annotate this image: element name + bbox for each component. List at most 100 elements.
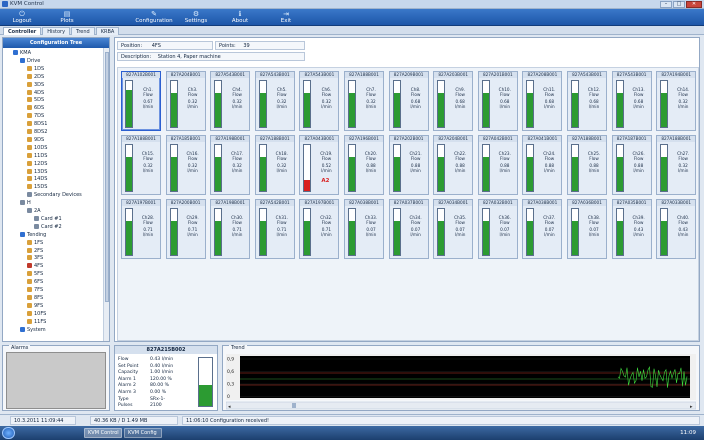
channel-card[interactable]: 827A543B001 Ch4. Flow 0.32 l/min — [210, 71, 251, 131]
tree-node[interactable]: 6DS — [27, 105, 44, 112]
channel-card[interactable]: 827A201B001 Ch10. Flow 0.68 l/min — [477, 71, 518, 131]
tree-node[interactable]: 15DS — [27, 184, 47, 191]
minimize-button[interactable]: – — [660, 1, 672, 8]
channel-card[interactable]: 827A208B001 Ch11. Flow 0.68 l/min — [522, 71, 563, 131]
tree-node[interactable]: 8DS1 — [27, 121, 47, 128]
channel-card[interactable]: 827A033B001 Ch40. Flow 0.43 l/min — [656, 199, 697, 259]
channel-card[interactable]: 827A188B001 Ch7. Flow 0.32 l/min — [344, 71, 384, 131]
tree-node[interactable]: 14DS — [27, 176, 47, 183]
exit-button[interactable]: ⇥ Exit — [264, 9, 308, 26]
tree-node[interactable]: Drive — [20, 57, 40, 65]
tree-node[interactable]: 2DS — [27, 73, 44, 81]
trend-scrollbar-thumb[interactable] — [292, 403, 296, 408]
tab-trend[interactable]: Trend — [71, 27, 95, 35]
maximize-button[interactable]: □ — [673, 1, 685, 8]
configuration-button[interactable]: ✎ Configuration — [130, 9, 178, 26]
tree-node[interactable]: 3FS — [27, 255, 43, 262]
about-button[interactable]: ℹ About — [218, 9, 262, 26]
tree-node[interactable]: 9DS — [27, 136, 44, 144]
channel-card[interactable]: 827A038B001 Ch33. Flow 0.07 l/min — [344, 199, 384, 259]
logout-button[interactable]: ⏻ Logout — [0, 9, 44, 26]
channel-card[interactable]: 827A197B001 Ch28. Flow 0.71 l/min — [121, 199, 161, 259]
channel-card[interactable]: 827A037B001 Ch34. Flow 0.07 l/min — [388, 199, 429, 259]
tree-node[interactable]: 8FS — [27, 294, 43, 302]
tree-node[interactable]: 10DS — [27, 144, 47, 152]
trend-scrollbar[interactable] — [226, 401, 696, 410]
tab-history[interactable]: History — [42, 27, 71, 35]
channel-card[interactable]: 827A194B001 Ch14. Flow 0.32 l/min — [656, 71, 697, 131]
channel-card[interactable]: 827A035B001 Ch39. Flow 0.43 l/min — [611, 199, 652, 259]
tree-node[interactable]: 5FS — [27, 271, 43, 278]
tree-node[interactable]: 13DS — [27, 168, 47, 176]
folder-icon — [13, 50, 18, 55]
channel-card[interactable]: 827A202B001 Ch21. Flow 0.88 l/min — [388, 135, 429, 195]
channel-card[interactable]: 827A032B001 Ch36. Flow 0.07 l/min — [477, 199, 518, 259]
tree-node[interactable]: Card #2 — [34, 223, 62, 231]
channel-card[interactable]: 827A043B001 Ch19. Flow 0.52 l/min A2 — [299, 135, 340, 195]
tree-node[interactable]: 2A — [27, 208, 41, 215]
channel-card[interactable]: 827A196B001 Ch20. Flow 0.88 l/min — [344, 135, 384, 195]
channel-card[interactable]: 827A102B001 Ch1. Flow 0.67 l/min — [121, 71, 161, 131]
channel-card[interactable]: 827A038B001 Ch37. Flow 0.07 l/min — [522, 199, 563, 259]
tree-node[interactable]: 2FS — [27, 247, 43, 255]
channel-card[interactable]: 827A542B001 Ch31. Flow 0.71 l/min — [254, 199, 295, 259]
tree-node[interactable]: 1FS — [27, 239, 43, 247]
tree-node[interactable]: 6FS — [27, 279, 43, 286]
channel-card[interactable]: 827A185B001 Ch16. Flow 0.32 l/min — [165, 135, 206, 195]
channel-card[interactable]: 827A203B001 Ch9. Flow 0.68 l/min — [433, 71, 474, 131]
tab-krba[interactable]: KRBA — [95, 27, 120, 35]
channel-card[interactable]: 827A042B001 Ch23. Flow 0.88 l/min — [477, 135, 518, 195]
channel-card[interactable]: 827A187B001 Ch26. Flow 0.88 l/min — [611, 135, 652, 195]
channel-card[interactable]: 827A543B001 Ch12. Flow 0.68 l/min — [567, 71, 607, 131]
channel-card[interactable]: 827A188B001 Ch25. Flow 0.88 l/min — [567, 135, 607, 195]
start-button[interactable] — [2, 427, 15, 439]
taskbar-item[interactable]: KVM Control — [84, 428, 122, 438]
tree-node[interactable]: 4DS — [27, 89, 44, 97]
tree-node[interactable]: 11DS — [27, 152, 47, 160]
tree-node[interactable]: Secondary Devices — [27, 192, 82, 199]
channel-card[interactable]: 827A036B001 Ch38. Flow 0.07 l/min — [567, 199, 607, 259]
channel-card[interactable]: 827A198B001 Ch30. Flow 0.71 l/min — [210, 199, 251, 259]
channel-card[interactable]: 827A041B001 Ch24. Flow 0.88 l/min — [522, 135, 563, 195]
tree-node-label: KMA — [20, 50, 32, 56]
tree-node[interactable]: 7FS — [27, 287, 43, 294]
tree-node[interactable]: 11FS — [27, 318, 46, 326]
channel-card[interactable]: 827A543B001 Ch5. Flow 0.32 l/min — [254, 71, 295, 131]
tree-node[interactable]: KMA — [13, 50, 31, 57]
channel-card[interactable]: 827A188B001 Ch15. Flow 0.32 l/min — [121, 135, 161, 195]
tree-scrollbar-thumb[interactable] — [105, 52, 109, 302]
tree-scrollbar[interactable] — [103, 48, 109, 341]
tree-node[interactable]: 3DS — [27, 81, 44, 89]
channel-card[interactable]: 827A204B001 Ch22. Flow 0.88 l/min — [433, 135, 474, 195]
tree-node[interactable]: 10FS — [27, 310, 46, 318]
settings-button[interactable]: ⚙ Settings — [176, 9, 216, 26]
channel-card[interactable]: 827A209B001 Ch8. Flow 0.68 l/min — [388, 71, 429, 131]
tree-node[interactable]: H — [20, 200, 31, 207]
channel-card[interactable]: 827A188B001 Ch27. Flow 0.32 l/min — [656, 135, 697, 195]
tab-controller[interactable]: Controller — [3, 27, 42, 35]
close-button[interactable]: ✕ — [686, 1, 702, 8]
tree-node[interactable]: 12DS — [27, 160, 47, 168]
plots-icon: ▤ — [63, 10, 71, 18]
channel-card[interactable]: 827A200B001 Ch29. Flow 0.71 l/min — [165, 199, 206, 259]
tree-node[interactable]: 8DS2 — [27, 129, 47, 136]
station-info: Position: 4FS Points: 39 Description: St… — [117, 41, 697, 63]
tree-node[interactable]: Tending — [20, 231, 46, 239]
channel-card[interactable]: 827A543B001 Ch13. Flow 0.68 l/min — [611, 71, 652, 131]
channel-card[interactable]: 827A188B001 Ch18. Flow 0.32 l/min — [254, 135, 295, 195]
channel-card[interactable]: 827A543B001 Ch6. Flow 0.32 l/min — [299, 71, 340, 131]
alarms-list[interactable] — [6, 352, 106, 409]
channel-card[interactable]: 827A198B001 Ch17. Flow 0.32 l/min — [210, 135, 251, 195]
tree-node[interactable]: 7DS — [27, 113, 44, 120]
plots-button[interactable]: ▤ Plots — [48, 9, 86, 26]
channel-card[interactable]: 827A204B001 Ch3. Flow 0.32 l/min — [165, 71, 206, 131]
tree-node[interactable]: 1DS — [27, 65, 44, 73]
tree-node[interactable]: 4FS — [27, 263, 43, 270]
tree-node[interactable]: System — [20, 326, 46, 334]
tree-node[interactable]: 9FS — [27, 302, 43, 310]
tree-node[interactable]: Card #1 — [34, 215, 62, 223]
taskbar-item[interactable]: KVM Config — [124, 428, 162, 438]
channel-card[interactable]: 827A197B001 Ch32. Flow 0.71 l/min — [299, 199, 340, 259]
tree-node[interactable]: 5DS — [27, 97, 44, 104]
channel-card[interactable]: 827A034B001 Ch35. Flow 0.07 l/min — [433, 199, 474, 259]
